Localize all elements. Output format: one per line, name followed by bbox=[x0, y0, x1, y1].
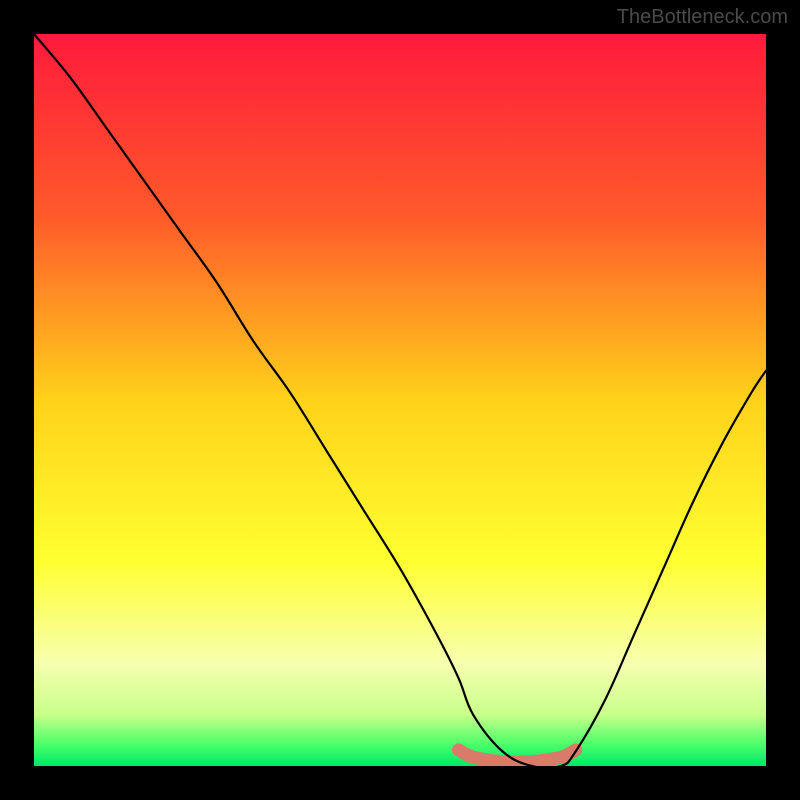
curve-layer bbox=[34, 34, 766, 766]
watermark-text: TheBottleneck.com bbox=[617, 6, 788, 29]
bottleneck-curve bbox=[34, 34, 766, 766]
plot-area bbox=[34, 34, 766, 766]
